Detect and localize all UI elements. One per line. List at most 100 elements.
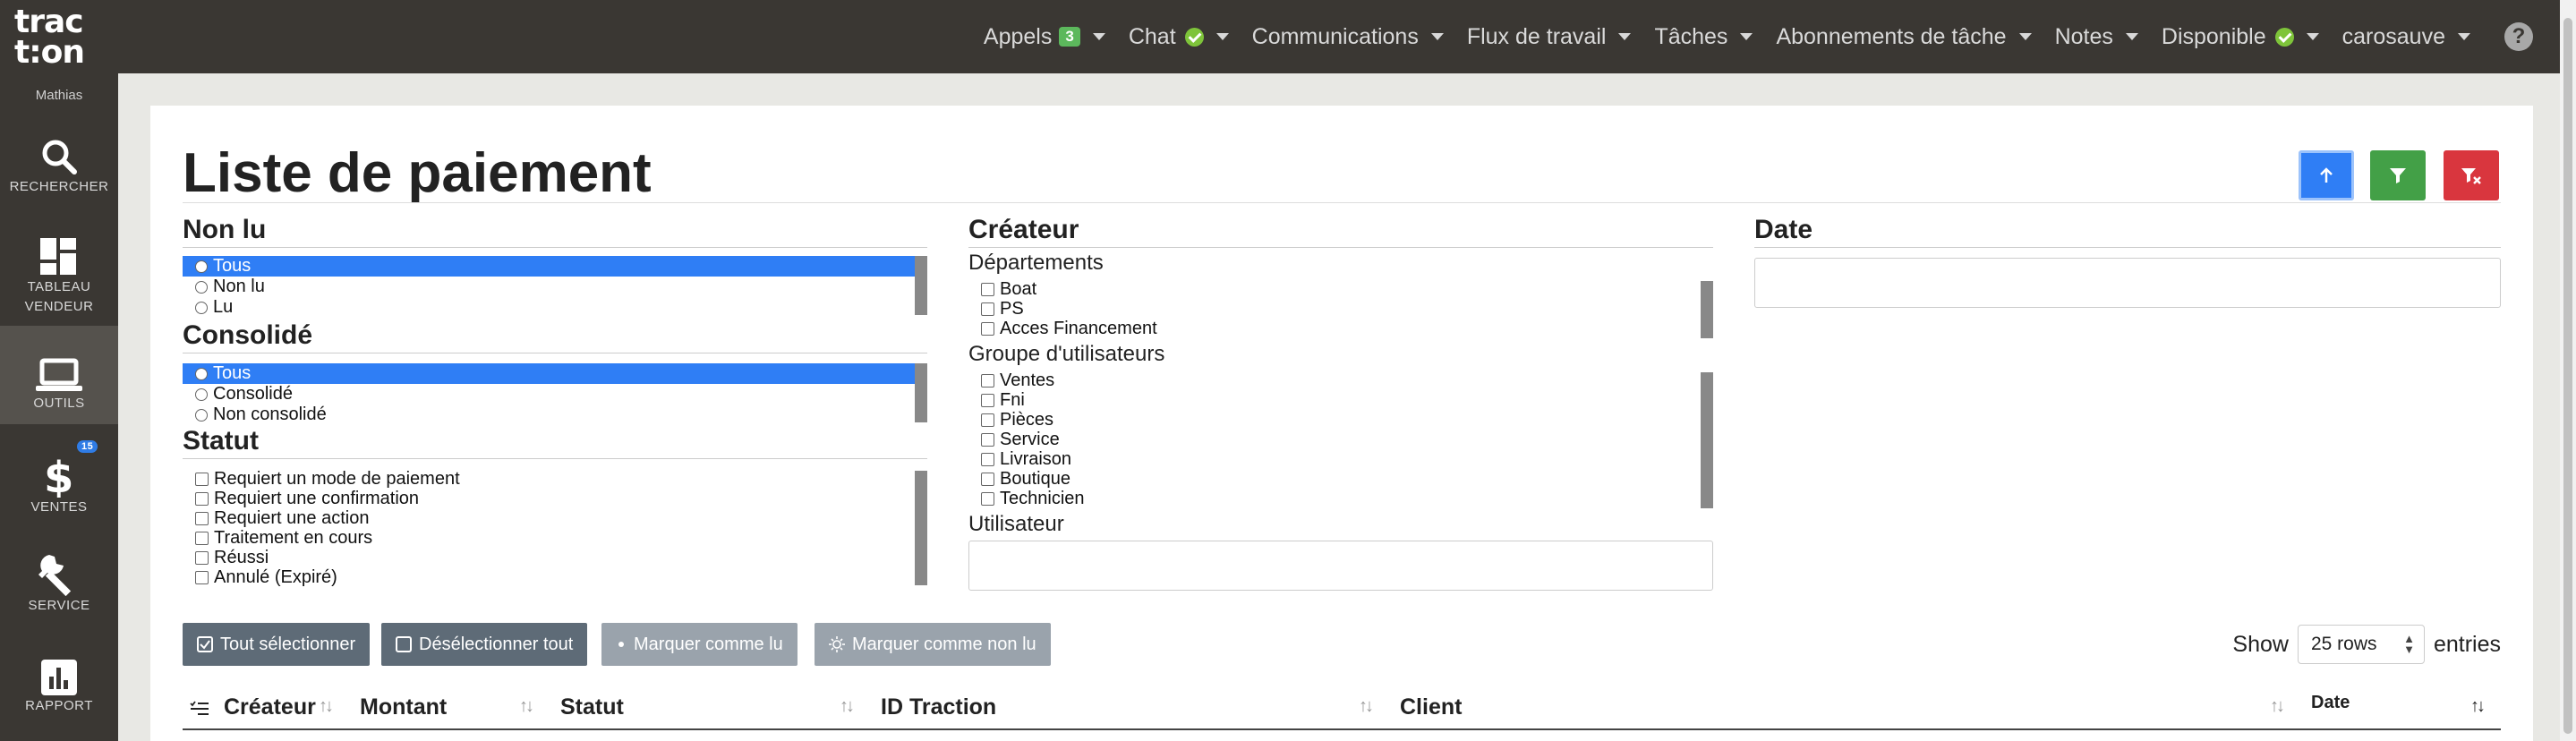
departement-option[interactable]: Acces Financement	[968, 319, 1702, 338]
nav-chat[interactable]: Chat	[1117, 24, 1241, 50]
departements-label: Départements	[968, 251, 1104, 275]
nav-notes[interactable]: Notes	[2043, 24, 2150, 50]
select-arrows-icon: ▲ ▼	[2403, 632, 2415, 656]
page-length-control: Show 25 rows ▲ ▼ entries	[2232, 625, 2501, 664]
nav-appels[interactable]: Appels 3	[972, 24, 1117, 50]
nav-label: carosauve	[2341, 23, 2445, 49]
statut-option[interactable]: Annulé (Expiré)	[183, 567, 915, 587]
departement-option[interactable]: PS	[968, 299, 1702, 319]
column-statut[interactable]: Statut	[560, 694, 624, 720]
mark-read-button[interactable]: Marquer comme lu	[601, 623, 798, 666]
consolide-scrollbar[interactable]	[915, 363, 927, 422]
mark-unread-button[interactable]: Marquer comme non lu	[815, 623, 1051, 666]
statut-scrollbar[interactable]	[915, 471, 927, 585]
column-client[interactable]: Client	[1400, 694, 1462, 720]
column-id-traction[interactable]: ID Traction	[881, 694, 996, 720]
logo-line-2: t:on	[14, 34, 85, 71]
groupe-option[interactable]: Ventes	[968, 370, 1702, 390]
search-icon	[42, 140, 77, 175]
page-scrollbar[interactable]	[2560, 0, 2576, 741]
groupe-option[interactable]: Technicien	[968, 489, 1702, 508]
statut-option[interactable]: Requiert un mode de paiement	[183, 469, 915, 489]
sort-desc-icon[interactable]: ↑↓	[2470, 696, 2486, 717]
arrow-up-icon	[2320, 167, 2333, 183]
column-toggle-icon[interactable]	[190, 700, 209, 716]
sidebar-item-rechercher[interactable]: RECHERCHER	[0, 116, 118, 215]
entries-label: entries	[2433, 631, 2501, 657]
help-icon[interactable]: ?	[2504, 22, 2533, 51]
non-lu-option-lu[interactable]: Lu	[183, 297, 915, 318]
consolide-option-consolide[interactable]: Consolidé	[183, 384, 915, 405]
departement-option[interactable]: Boat	[968, 279, 1702, 299]
traction-logo[interactable]: trac t:on	[14, 6, 107, 71]
statut-option[interactable]: Traitement en cours	[183, 528, 915, 548]
nav-user-menu[interactable]: carosauve	[2331, 24, 2482, 50]
show-label: Show	[2232, 631, 2289, 657]
non-lu-option-tous[interactable]: Tous	[183, 256, 915, 277]
column-createur[interactable]: Créateur	[224, 694, 316, 720]
button-label: Marquer comme lu	[634, 634, 783, 654]
upload-button[interactable]	[2299, 150, 2354, 200]
option-label: Boutique	[1000, 469, 1070, 489]
checkbox-icon	[195, 531, 209, 545]
rows-per-page-select[interactable]: 25 rows ▲ ▼	[2297, 625, 2425, 664]
sidebar-item-tableau-vendeur[interactable]: TABLEAU VENDEUR	[0, 226, 118, 324]
groupe-option[interactable]: Boutique	[968, 469, 1702, 489]
section-divider	[1754, 247, 2501, 248]
chart-icon	[41, 660, 77, 695]
groupe-option[interactable]: Livraison	[968, 449, 1702, 469]
statut-option[interactable]: Requiert une action	[183, 508, 915, 528]
statut-listbox[interactable]: Requiert un mode de paiement Requiert un…	[183, 469, 915, 587]
nav-taches[interactable]: Tâches	[1642, 24, 1764, 50]
groupes-listbox[interactable]: Ventes Fni Pièces Service Livraison Bout…	[968, 370, 1702, 508]
sort-icon[interactable]: ↑↓	[519, 696, 534, 717]
date-range-input[interactable]	[1754, 258, 2501, 308]
departements-listbox[interactable]: Boat PS Acces Financement	[968, 279, 1702, 338]
non-lu-option-non-lu[interactable]: Non lu	[183, 277, 915, 297]
statut-option[interactable]: Requiert une confirmation	[183, 489, 915, 508]
nav-label: Abonnements de tâche	[1776, 23, 2007, 49]
sidebar-item-outils[interactable]: OUTILS	[0, 326, 118, 424]
ventes-count-badge: 15	[77, 440, 98, 453]
sidebar-item-ventes[interactable]: 15 $ VENTES	[0, 428, 118, 526]
scrollbar-thumb[interactable]	[2563, 18, 2572, 734]
nav-abonnements-de-tache[interactable]: Abonnements de tâche	[1764, 24, 2043, 50]
nav-communications[interactable]: Communications	[1241, 24, 1455, 50]
departements-scrollbar[interactable]	[1701, 281, 1713, 338]
nav-flux-de-travail[interactable]: Flux de travail	[1455, 24, 1643, 50]
groupe-option[interactable]: Fni	[968, 390, 1702, 410]
sidebar-item-service[interactable]: SERVICE	[0, 528, 118, 626]
option-label: Acces Financement	[1000, 319, 1157, 338]
clear-filter-icon	[2461, 168, 2481, 184]
sort-icon[interactable]: ↑↓	[1359, 696, 1374, 717]
filter-statut-title: Statut	[183, 426, 259, 456]
chevron-down-icon	[1430, 33, 1444, 40]
groupe-option[interactable]: Service	[968, 430, 1702, 449]
filter-button[interactable]	[2370, 150, 2426, 200]
consolide-option-non-consolide[interactable]: Non consolidé	[183, 405, 915, 425]
deselect-all-button[interactable]: Désélectionner tout	[381, 623, 588, 666]
sort-icon[interactable]: ↑↓	[319, 696, 334, 717]
non-lu-listbox[interactable]: Tous Non lu Lu	[183, 256, 915, 318]
clear-filter-button[interactable]	[2444, 150, 2499, 200]
consolide-listbox[interactable]: Tous Consolidé Non consolidé	[183, 363, 915, 425]
sidebar-item-rapport[interactable]: RAPPORT	[0, 628, 118, 727]
top-menu: Appels 3 Chat Communications Flux de tra…	[972, 0, 2482, 73]
nav-disponible[interactable]: Disponible	[2150, 24, 2331, 50]
column-date[interactable]: Date	[2311, 693, 2350, 713]
utilisateur-input[interactable]	[968, 541, 1713, 591]
sort-icon[interactable]: ↑↓	[840, 696, 855, 717]
sort-icon[interactable]: ↑↓	[2270, 696, 2285, 717]
sidebar-item-label: OUTILS	[33, 396, 85, 411]
statut-option[interactable]: Réussi	[183, 548, 915, 567]
checkbox-icon	[981, 452, 994, 466]
non-lu-scrollbar[interactable]	[915, 256, 927, 315]
consolide-option-tous[interactable]: Tous	[183, 363, 915, 384]
checkbox-icon	[195, 472, 209, 486]
column-montant[interactable]: Montant	[360, 694, 447, 720]
select-all-button[interactable]: Tout sélectionner	[183, 623, 371, 666]
online-check-icon	[1184, 27, 1204, 47]
option-label: Requiert une action	[214, 508, 370, 528]
groupe-option[interactable]: Pièces	[968, 410, 1702, 430]
groupes-scrollbar[interactable]	[1701, 372, 1713, 508]
